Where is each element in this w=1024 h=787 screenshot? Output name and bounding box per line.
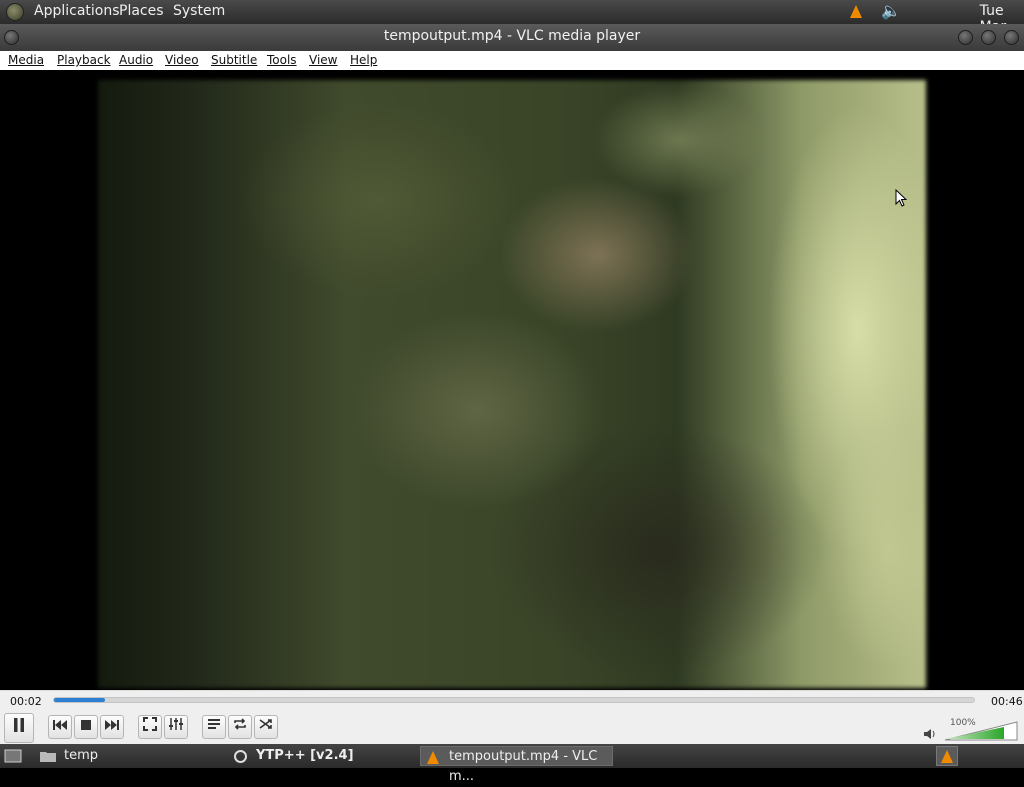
menu-playback[interactable]: Playback (57, 53, 111, 67)
speaker-icon[interactable]: 🔈 (881, 1, 901, 20)
menu-video[interactable]: Video (165, 53, 199, 67)
applications-menu[interactable]: Applications (34, 3, 120, 19)
menu-help[interactable]: Help (350, 53, 377, 67)
top-panel: Applications Places System 🔈 Tue Mar 28,… (0, 0, 1024, 67)
menu-subtitle[interactable]: Subtitle (211, 53, 257, 67)
stop-icon (81, 720, 91, 730)
taskbar-item-vlc[interactable]: tempoutput.mp4 - VLC m... (420, 746, 613, 784)
gnome-foot-icon[interactable] (6, 3, 24, 21)
player-controls: 00:02 00:46 100% (0, 690, 1024, 744)
menu-view[interactable]: View (309, 53, 337, 67)
folder-icon (40, 752, 56, 762)
taskbar-item-temp[interactable]: temp (36, 746, 226, 766)
video-frame[interactable] (98, 80, 926, 688)
random-button[interactable] (254, 715, 278, 739)
taskbar-item-label: tempoutput.mp4 - VLC m... (449, 749, 598, 784)
skip-forward-icon (105, 720, 119, 730)
workspace-switcher[interactable] (936, 746, 958, 766)
taskbar-item-label: temp (64, 748, 99, 763)
window-titlebar[interactable]: tempoutput.mp4 - VLC media player (0, 24, 1024, 51)
volume-icon[interactable] (923, 728, 937, 740)
close-button[interactable] (1004, 30, 1019, 45)
menu-media[interactable]: Media (8, 53, 44, 67)
playlist-icon (208, 719, 220, 729)
mouse-cursor-icon (895, 189, 908, 207)
extended-settings-button[interactable] (164, 715, 188, 739)
equalizer-icon (169, 718, 183, 730)
system-menu[interactable]: System (173, 3, 225, 19)
bottom-panel: temp YTP++ [v2.4] tempoutput.mp4 - VLC m… (0, 744, 1024, 784)
playlist-button[interactable] (202, 715, 226, 739)
window-title: tempoutput.mp4 - VLC media player (383, 28, 641, 44)
minimize-button[interactable] (958, 30, 973, 45)
maximize-button[interactable] (981, 30, 996, 45)
pause-button[interactable] (4, 713, 34, 743)
vlc-cone-icon (427, 751, 439, 771)
stop-button[interactable] (74, 715, 98, 739)
loop-icon (234, 718, 246, 730)
video-area[interactable] (0, 70, 1024, 690)
show-desktop-icon[interactable] (4, 748, 22, 764)
taskbar-item-ytp[interactable]: YTP++ [v2.4] (228, 746, 418, 766)
elapsed-time[interactable]: 00:02 (10, 695, 42, 708)
total-time[interactable]: 00:46 (991, 695, 1023, 708)
vlc-tray-icon[interactable] (850, 5, 862, 22)
menu-tools[interactable]: Tools (267, 53, 297, 67)
shuffle-icon (259, 719, 272, 729)
places-menu[interactable]: Places (119, 3, 164, 19)
loop-button[interactable] (228, 715, 252, 739)
taskbar-item-label: YTP++ [v2.4] (256, 748, 354, 763)
skip-back-icon (53, 720, 67, 730)
vlc-cone-icon (941, 750, 953, 767)
fullscreen-icon (143, 717, 157, 731)
window-menu-icon[interactable] (4, 30, 19, 45)
next-button[interactable] (100, 715, 124, 739)
menu-audio[interactable]: Audio (119, 53, 153, 67)
pause-icon (14, 718, 24, 732)
volume-slider[interactable] (943, 718, 1019, 742)
refresh-icon (234, 750, 247, 763)
seek-progress (54, 698, 105, 702)
menubar: Media Playback Audio Video Subtitle Tool… (0, 51, 1024, 70)
fullscreen-button[interactable] (138, 715, 162, 739)
seek-slider[interactable] (53, 697, 975, 703)
previous-button[interactable] (48, 715, 72, 739)
